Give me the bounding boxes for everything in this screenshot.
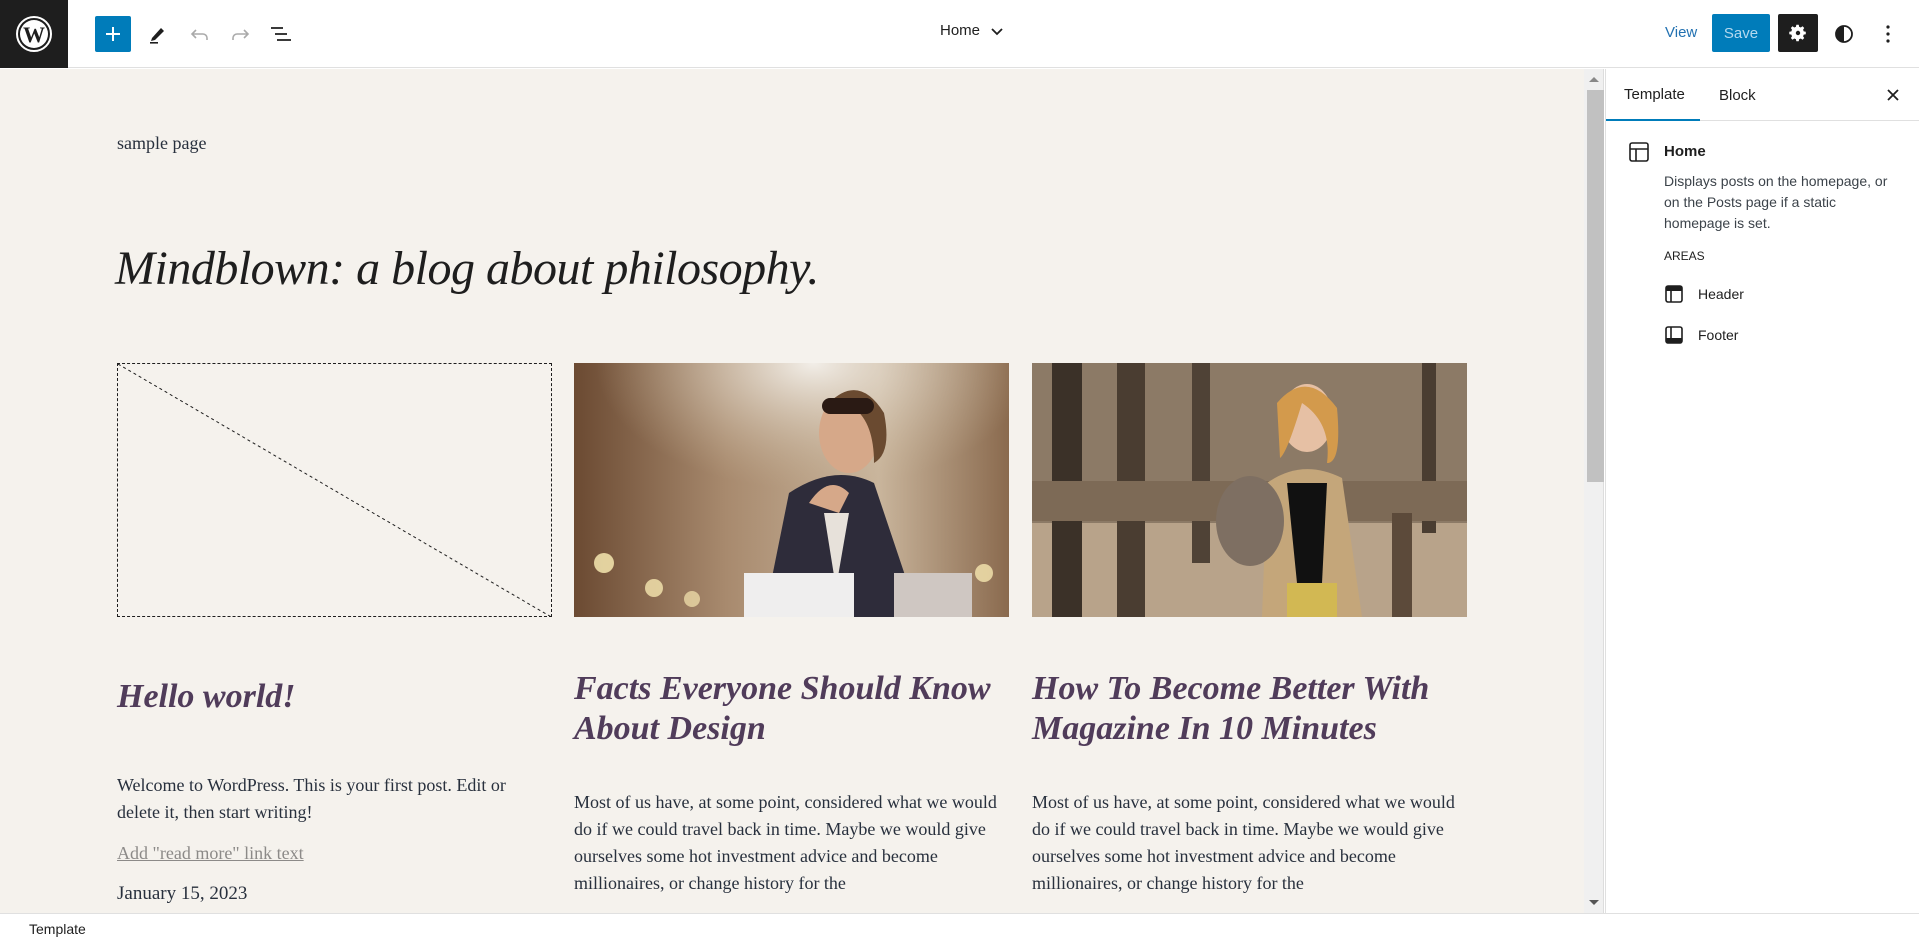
featured-image-shopping-woman[interactable] — [574, 363, 1009, 617]
post-card[interactable]: How To Become Better With Magazine In 10… — [1032, 363, 1467, 897]
save-button[interactable]: Save — [1712, 14, 1770, 52]
plus-icon — [106, 27, 120, 41]
photo-woman-shopping-icon — [574, 363, 1009, 617]
editor-canvas[interactable]: sample page Mindblown: a blog about phil… — [0, 69, 1584, 913]
redo-button[interactable] — [222, 16, 258, 52]
more-vertical-icon — [1886, 25, 1890, 43]
document-title: Home — [940, 22, 981, 39]
area-footer-button[interactable]: Footer — [1664, 319, 1738, 351]
block-breadcrumb-bar: Template — [0, 913, 1919, 944]
gear-icon — [1789, 24, 1806, 42]
nav-link-sample-page[interactable]: sample page — [117, 133, 206, 154]
template-name: Home — [1664, 143, 1706, 160]
featured-image-placeholder[interactable] — [117, 363, 552, 617]
pencil-icon — [150, 28, 164, 44]
featured-image-woman-fence[interactable] — [1032, 363, 1467, 617]
contrast-icon — [1835, 25, 1853, 43]
area-header-label: Header — [1698, 286, 1744, 302]
options-menu-button[interactable] — [1870, 16, 1906, 52]
scroll-thumb[interactable] — [1587, 90, 1604, 482]
post-title[interactable]: Facts Everyone Should Know About Design — [574, 669, 1009, 749]
photo-woman-fence-icon — [1032, 363, 1467, 617]
read-more-link[interactable]: Add "read more" link text — [117, 843, 552, 864]
close-sidebar-button[interactable] — [1881, 83, 1905, 107]
wordpress-logo-icon[interactable]: W — [0, 0, 68, 68]
post-card[interactable]: Hello world! Welcome to WordPress. This … — [117, 363, 552, 905]
post-card[interactable]: Facts Everyone Should Know About Design … — [574, 363, 1009, 897]
sidebar-tabs: Template Block — [1606, 69, 1919, 121]
tools-button[interactable] — [140, 16, 176, 52]
tab-template[interactable]: Template — [1606, 69, 1700, 121]
chevron-down-icon — [991, 27, 1003, 35]
post-date: January 15, 2023 — [117, 883, 248, 904]
template-layout-icon — [1628, 141, 1650, 168]
tab-block[interactable]: Block — [1701, 69, 1774, 121]
list-view-button[interactable] — [263, 16, 299, 52]
header-icon — [1665, 285, 1683, 303]
document-title-dropdown[interactable]: Home — [940, 22, 1004, 39]
post-excerpt[interactable]: Most of us have, at some point, consider… — [1032, 789, 1467, 897]
area-header-button[interactable]: Header — [1664, 278, 1744, 310]
canvas-scrollbar[interactable] — [1584, 69, 1604, 913]
post-excerpt[interactable]: Welcome to WordPress. This is your first… — [117, 772, 552, 826]
areas-heading: AREAS — [1664, 249, 1705, 263]
settings-sidebar: Template Block Home Displays posts on th… — [1605, 69, 1919, 913]
placeholder-diagonal-icon — [118, 364, 551, 616]
redo-icon — [232, 29, 250, 40]
svg-text:W: W — [23, 22, 45, 47]
template-description: Displays posts on the homepage, or on th… — [1664, 173, 1888, 231]
post-title[interactable]: Hello world! — [117, 677, 552, 717]
close-icon — [1887, 89, 1899, 101]
undo-icon — [190, 29, 208, 40]
footer-icon — [1665, 326, 1683, 344]
list-view-icon — [271, 27, 291, 41]
post-title[interactable]: How To Become Better With Magazine In 10… — [1032, 669, 1467, 749]
add-block-button[interactable] — [95, 16, 131, 52]
styles-button[interactable] — [1826, 16, 1862, 52]
area-footer-label: Footer — [1698, 327, 1739, 343]
undo-button[interactable] — [182, 16, 218, 52]
post-excerpt[interactable]: Most of us have, at some point, consider… — [574, 789, 1009, 897]
settings-button[interactable] — [1778, 14, 1818, 52]
breadcrumb-template[interactable]: Template — [29, 921, 86, 937]
editor-header: W Home View Save — [0, 0, 1919, 68]
scroll-down-arrow-icon[interactable] — [1589, 900, 1599, 905]
view-link[interactable]: View — [1665, 24, 1697, 41]
scroll-up-arrow-icon[interactable] — [1589, 77, 1599, 82]
site-title[interactable]: Mindblown: a blog about philosophy. — [115, 241, 819, 296]
